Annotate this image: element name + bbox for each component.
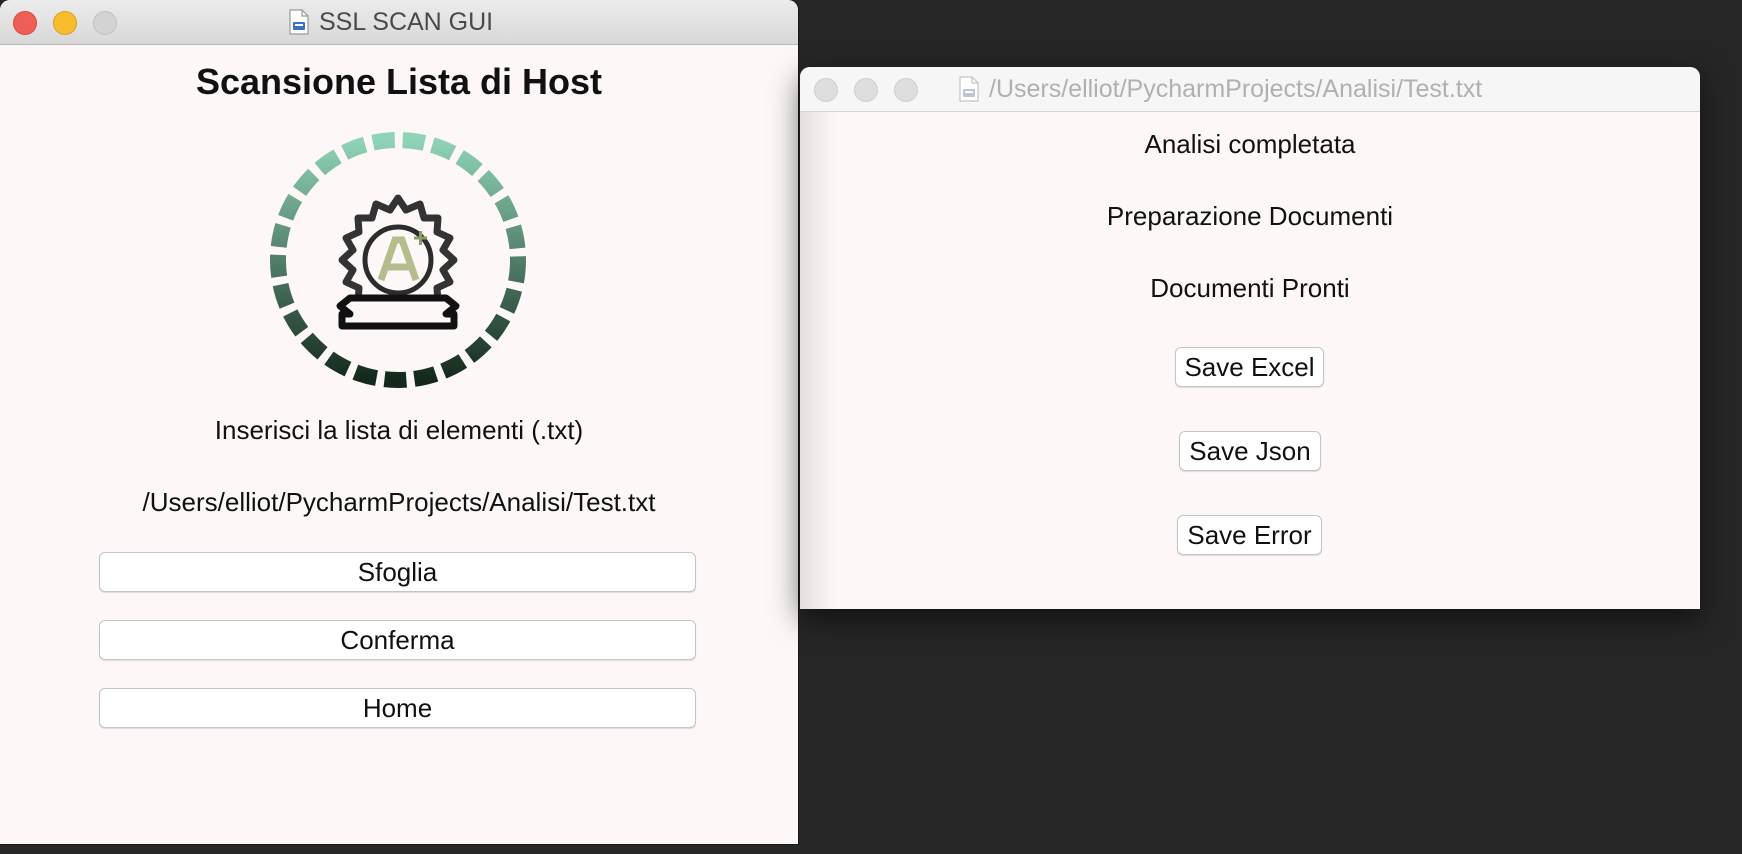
ssl-badge-logo-icon (270, 132, 526, 388)
minimize-button[interactable] (854, 78, 878, 102)
selected-file-path: /Users/elliot/PycharmProjects/Analisi/Te… (142, 487, 656, 517)
close-button[interactable] (13, 11, 37, 35)
status-documents-ready: Documenti Pronti (1150, 273, 1350, 303)
result-window: /Users/elliot/PycharmProjects/Analisi/Te… (800, 67, 1700, 609)
window-title: SSL SCAN GUI (289, 0, 493, 44)
document-icon (289, 9, 309, 35)
main-window: SSL SCAN GUI Scansione Lista di Host Ins… (0, 0, 798, 844)
page-title: Scansione Lista di Host (195, 61, 603, 102)
window-title: /Users/elliot/PycharmProjects/Analisi/Te… (959, 67, 1482, 111)
zoom-button[interactable] (894, 78, 918, 102)
main-titlebar[interactable]: SSL SCAN GUI (0, 0, 798, 45)
window-shadow-edge (800, 112, 836, 609)
zoom-button[interactable] (93, 11, 117, 35)
save-excel-button[interactable]: Save Excel (1175, 347, 1324, 387)
close-button[interactable] (814, 78, 838, 102)
list-prompt-label: Inserisci la lista di elementi (.txt) (214, 415, 584, 445)
confirm-button[interactable]: Conferma (99, 620, 696, 660)
window-title-text: /Users/elliot/PycharmProjects/Analisi/Te… (989, 74, 1483, 103)
save-json-button[interactable]: Save Json (1179, 431, 1321, 471)
home-button[interactable]: Home (99, 688, 696, 728)
minimize-button[interactable] (53, 11, 77, 35)
status-analysis-complete: Analisi completata (1144, 129, 1356, 159)
document-icon (959, 76, 979, 102)
window-title-text: SSL SCAN GUI (319, 7, 494, 36)
save-error-button[interactable]: Save Error (1177, 515, 1322, 555)
result-titlebar[interactable]: /Users/elliot/PycharmProjects/Analisi/Te… (800, 67, 1700, 112)
status-preparing-documents: Preparazione Documenti (1106, 201, 1394, 231)
browse-button[interactable]: Sfoglia (99, 552, 696, 592)
